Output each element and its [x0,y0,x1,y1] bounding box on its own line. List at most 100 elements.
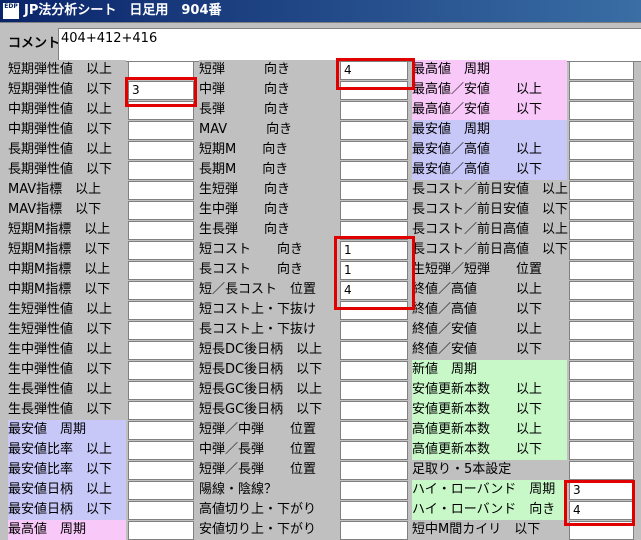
col2-label: 長コスト上・下抜け [199,320,337,340]
col1-input[interactable] [128,141,194,160]
col1-label: 短期弾性値 以上 [8,60,126,80]
col2-input[interactable] [340,301,408,320]
col1-input[interactable] [128,521,194,540]
col2-input[interactable]: 1 [340,241,408,260]
col2-input[interactable] [340,501,408,520]
col3-input[interactable]: 3 [569,481,634,500]
col2-input[interactable] [340,101,408,120]
col1-input[interactable] [128,421,194,440]
col3-input[interactable] [569,441,634,460]
col1-label: 中期弾性値 以下 [8,120,126,140]
col1-input[interactable] [128,401,194,420]
col2-input[interactable] [340,521,408,540]
col1-input[interactable] [128,321,194,340]
col3-input[interactable] [569,121,634,140]
col2-label: 短長GC後日柄 以上 [199,380,337,400]
col1-label: 最高値 周期 [8,520,126,540]
col2-input[interactable]: 1 [340,261,408,280]
col1-input[interactable] [128,221,194,240]
col2-input[interactable] [340,201,408,220]
col3-input[interactable] [569,321,634,340]
col3-input[interactable] [569,201,634,220]
col3-label: 高値更新本数 以上 [412,420,567,440]
col3-label: 終値／安値 以下 [412,340,567,360]
col1-label: 最安値比率 以下 [8,460,126,480]
col3-label: 安値更新本数 以下 [412,400,567,420]
col1-input[interactable] [128,301,194,320]
col1-input[interactable] [128,161,194,180]
col2-input[interactable] [340,221,408,240]
col2-input[interactable] [340,141,408,160]
col1-input[interactable] [128,121,194,140]
col1-input[interactable] [128,181,194,200]
col1-input[interactable] [128,441,194,460]
col2-label: 短弾／長弾 位置 [199,460,337,480]
col3-label: 長コスト／前日高値 以下 [412,240,568,260]
col2-label: 中弾 向き [199,80,337,100]
col1-input[interactable] [128,481,194,500]
col2-label: 短期M 向き [199,140,337,160]
col2-label: 短長DC後日柄 以下 [199,360,337,380]
col2-input[interactable] [340,361,408,380]
col2-input[interactable] [340,161,408,180]
col1-input[interactable] [128,61,194,80]
col1-input[interactable] [128,341,194,360]
col2-input[interactable] [340,381,408,400]
col2-input[interactable] [340,81,408,100]
col3-input[interactable] [569,161,634,180]
col2-input[interactable] [340,121,408,140]
col3-input[interactable] [569,181,634,200]
col1-input[interactable] [128,381,194,400]
col2-input[interactable] [340,441,408,460]
col1-input[interactable] [128,261,194,280]
col3-input[interactable] [569,381,634,400]
col3-label: 最高値／安値 以上 [412,80,567,100]
col3-label: 短中M間カイリ 以下 [412,520,567,540]
col1-input[interactable] [128,461,194,480]
col2-label: 短長GC後日柄 以下 [199,400,337,420]
col3-input[interactable] [569,81,634,100]
col2-label: MAV 向き [199,120,337,140]
col3-input[interactable] [569,341,634,360]
app-icon[interactable]: EDP [3,3,19,19]
col2-input[interactable] [340,481,408,500]
col3-input[interactable] [569,301,634,320]
col2-input[interactable]: 4 [340,61,408,80]
col1-input[interactable] [128,361,194,380]
col3-input[interactable] [569,421,634,440]
col1-input[interactable]: 3 [128,81,194,100]
col2-input[interactable] [340,401,408,420]
col3-input[interactable] [569,361,634,380]
col2-input[interactable] [340,181,408,200]
col1-input[interactable] [128,101,194,120]
comment-input[interactable]: 404+412+416 [58,28,641,62]
col3-input[interactable] [569,461,634,480]
col2-label: 短長DC後日柄 以上 [199,340,337,360]
col2-label: 高値切り上・下がり [199,500,337,520]
col3-label: 最安値／高値 以上 [412,140,567,160]
col3-input[interactable] [569,521,634,540]
col1-input[interactable] [128,281,194,300]
col3-label: 生短弾／短弾 位置 [412,260,567,280]
col3-input[interactable] [569,241,634,260]
col3-input[interactable] [569,261,634,280]
col2-input[interactable] [340,341,408,360]
col3-input[interactable] [569,141,634,160]
col1-input[interactable] [128,201,194,220]
col1-label: 最安値比率 以上 [8,440,126,460]
col1-input[interactable] [128,241,194,260]
col3-label: ハイ・ローバンド 周期 [412,480,567,500]
col3-input[interactable] [569,221,634,240]
col1-input[interactable] [128,501,194,520]
col3-label: 高値更新本数 以下 [412,440,567,460]
col2-input[interactable] [340,321,408,340]
col3-input[interactable] [569,401,634,420]
col2-label: 中弾／長弾 位置 [199,440,337,460]
col3-input[interactable] [569,101,634,120]
col2-input[interactable] [340,461,408,480]
col2-input[interactable] [340,421,408,440]
col3-input[interactable] [569,281,634,300]
col3-input[interactable] [569,61,634,80]
col2-input[interactable]: 4 [340,281,408,300]
col3-input[interactable]: 4 [569,501,634,520]
